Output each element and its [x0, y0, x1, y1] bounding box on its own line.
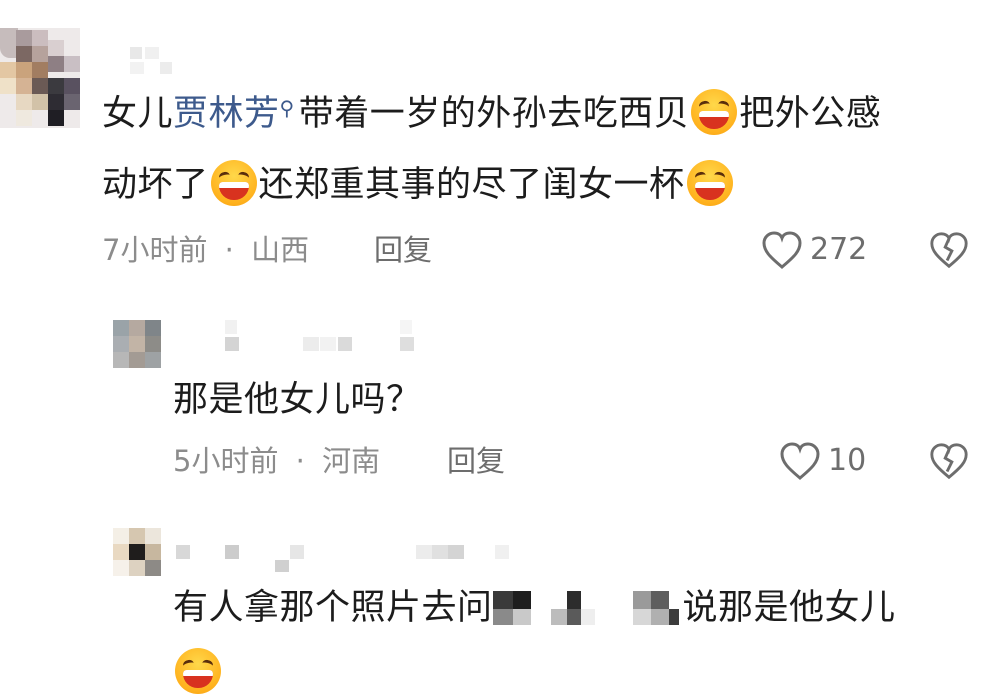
magnifier-mention-icon: ⚲	[279, 96, 295, 120]
mention-link[interactable]: 贾林芳	[173, 94, 280, 134]
like-count: 10	[828, 443, 867, 478]
heart-outline-icon	[780, 442, 820, 480]
heart-outline-icon	[762, 231, 802, 269]
commenter-avatar[interactable]	[0, 28, 80, 128]
comment-text-line-2	[173, 648, 223, 697]
laughing-emoji-icon	[686, 160, 733, 206]
comment-text: 带着一岁的外孙去吃西贝	[298, 94, 690, 134]
comment-time: 7小时前	[102, 233, 208, 267]
commenter-avatar[interactable]	[113, 320, 161, 368]
like-count: 272	[810, 232, 868, 267]
comment-text: 把外公感	[739, 94, 882, 134]
comment-text-line-1: 女儿贾林芳⚲ 带着一岁的外孙去吃西贝 把外公感	[102, 89, 882, 140]
dislike-button[interactable]	[928, 440, 970, 482]
redacted-mosaic	[492, 587, 683, 627]
comment-text: 女儿	[102, 94, 174, 134]
comment-text: 还郑重其事的尽了闺女一杯	[258, 165, 685, 205]
comment-text: 有人拿那个照片去问	[173, 588, 493, 628]
commenter-avatar[interactable]	[113, 528, 161, 576]
comment-text: 说那是他女儿	[682, 588, 896, 628]
laughing-emoji-icon	[210, 160, 257, 206]
laughing-emoji-icon	[691, 89, 738, 135]
laughing-emoji-icon	[175, 648, 221, 694]
comment-meta: 5小时前 · 河南	[173, 443, 380, 479]
comment-text: 动坏了	[102, 165, 209, 205]
dislike-button[interactable]	[928, 229, 970, 271]
like-button[interactable]	[778, 440, 822, 482]
comment-location: 河南	[322, 444, 381, 478]
comment-time: 5小时前	[173, 444, 279, 478]
broken-heart-icon	[930, 443, 968, 480]
meta-separator: ·	[224, 233, 234, 267]
reply-button[interactable]: 回复	[374, 232, 432, 268]
broken-heart-icon	[930, 232, 968, 269]
like-button[interactable]	[760, 229, 804, 271]
reply-button[interactable]: 回复	[447, 443, 505, 479]
comment-text: 那是他女儿吗？	[173, 380, 422, 420]
comment-text-line-2: 动坏了 还郑重其事的尽了闺女一杯	[102, 160, 735, 209]
meta-separator: ·	[295, 444, 305, 478]
comment-meta: 7小时前 · 山西	[102, 232, 309, 268]
comment-text-line-1: 有人拿那个照片去问 说那是他女儿	[173, 586, 896, 630]
comment-location: 山西	[251, 233, 310, 267]
